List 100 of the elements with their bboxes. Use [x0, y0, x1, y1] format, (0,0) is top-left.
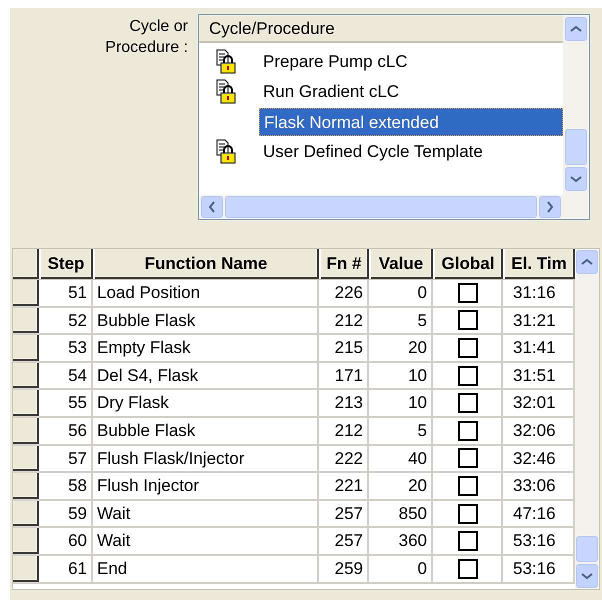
table-cell-text: 222 — [334, 448, 364, 470]
row-selector[interactable] — [13, 308, 39, 334]
list-item[interactable]: User Defined Cycle Template — [259, 138, 563, 166]
cycle-list[interactable]: Cycle/Procedure Prepare Pump cLC Run Gradient cLC Flask Normal extended User Defined Cycle Template — [198, 14, 590, 220]
vertical-scrollbar[interactable] — [563, 15, 589, 219]
table-cell-text: 221 — [334, 475, 364, 498]
table-cell-text: 10 — [407, 392, 428, 414]
table-cell-text: 32:46 — [512, 448, 557, 470]
table-cell-text: Load Position — [96, 282, 202, 304]
checkbox[interactable] — [458, 476, 478, 496]
table-cell-text: Wait — [96, 530, 132, 552]
table-cell-text: Flush Injector — [96, 475, 200, 498]
table-cell-text: 850 — [398, 502, 428, 525]
table-cell-text: Bubble Flask — [96, 420, 196, 442]
table-cell-text: 5 — [416, 310, 428, 332]
column-header[interactable]: Function Name — [95, 249, 319, 279]
row-selector[interactable] — [13, 418, 39, 444]
table-cell-text: End — [96, 558, 128, 580]
row-selector[interactable] — [13, 362, 39, 388]
row-selector[interactable] — [13, 556, 39, 582]
column-header[interactable]: Value — [371, 249, 433, 279]
list-item[interactable]: Prepare Pump cLC — [259, 48, 563, 76]
checkbox[interactable] — [458, 531, 478, 552]
row-selector[interactable] — [13, 335, 39, 361]
table-cell-text: 226 — [334, 282, 364, 304]
row-selector[interactable] — [13, 528, 39, 554]
row-selector[interactable] — [13, 280, 39, 306]
table-cell-text: 360 — [398, 530, 428, 552]
column-header[interactable]: Fn # — [321, 249, 369, 279]
table-cell-text: Bubble Flask — [96, 310, 196, 332]
scroll-up-button[interactable] — [565, 17, 587, 41]
table-cell-text: 20 — [407, 475, 428, 498]
list-item[interactable]: Run Gradient cLC — [259, 78, 563, 106]
vertical-scrollbar[interactable] — [575, 249, 599, 589]
scroll-thumb[interactable] — [576, 536, 598, 562]
scroll-left-button[interactable] — [201, 196, 223, 218]
row-selector[interactable] — [13, 500, 39, 526]
header-corner — [13, 249, 39, 279]
table-cell-text: 53 — [67, 337, 88, 360]
table-cell-text: 54 — [67, 364, 88, 387]
table-cell-text: 10 — [407, 364, 428, 387]
table-cell-text: 31:21 — [512, 310, 557, 332]
table-cell-text: Wait — [96, 502, 132, 525]
table-cell-text: 215 — [334, 337, 364, 360]
scroll-up-button[interactable] — [576, 250, 598, 274]
checkbox[interactable] — [458, 420, 478, 441]
column-header[interactable]: El. Tim — [505, 249, 575, 279]
table-cell-text: 257 — [334, 502, 364, 525]
field-label: Cycle or Procedure : — [104, 17, 189, 58]
table-cell-text: 171 — [334, 364, 364, 387]
checkbox[interactable] — [458, 504, 478, 524]
table-cell-text: 55 — [67, 392, 88, 414]
table-cell-text: 212 — [334, 310, 364, 332]
table-cell-text: 32:06 — [512, 420, 557, 442]
table-cell-text: 31:51 — [512, 364, 557, 387]
list-item[interactable]: Flask Normal extended — [259, 108, 563, 136]
scroll-right-button[interactable] — [539, 196, 561, 218]
column-header[interactable]: Cycle/Procedure — [199, 15, 563, 43]
checkbox[interactable] — [458, 448, 478, 468]
scroll-thumb[interactable] — [565, 129, 587, 165]
checkbox[interactable] — [458, 338, 478, 358]
table-cell-text: 59 — [67, 502, 88, 525]
scroll-thumb[interactable] — [225, 196, 537, 218]
table-cell-text: 61 — [67, 558, 88, 580]
table-cell-text: 31:41 — [512, 337, 557, 360]
table-cell-text: Empty Flask — [96, 337, 192, 360]
table-cell-text: Dry Flask — [96, 392, 170, 414]
checkbox[interactable] — [458, 558, 478, 579]
horizontal-scrollbar[interactable] — [199, 195, 563, 219]
table-cell-text: 5 — [416, 420, 428, 442]
table-cell-text: 47:16 — [512, 502, 557, 525]
table-cell-text: 60 — [67, 530, 88, 552]
table-cell-text: 259 — [334, 558, 364, 580]
row-selector[interactable] — [13, 473, 39, 499]
table-cell-text: 212 — [334, 420, 364, 442]
checkbox[interactable] — [458, 310, 478, 330]
table-cell-text: 57 — [67, 448, 88, 470]
table-cell-text: 32:01 — [512, 392, 557, 414]
scroll-down-button[interactable] — [576, 564, 598, 588]
checkbox[interactable] — [458, 282, 478, 303]
table-cell-text: 31:16 — [512, 282, 557, 304]
table-cell-text: 53:16 — [512, 558, 557, 580]
checkbox[interactable] — [458, 393, 478, 414]
table-cell-text: 0 — [416, 282, 428, 304]
column-header[interactable]: Step — [41, 249, 93, 279]
table-cell-text: 0 — [416, 558, 428, 580]
table-cell-text: 51 — [67, 282, 88, 304]
scroll-down-button[interactable] — [565, 167, 587, 191]
table-cell-text: 52 — [67, 310, 88, 332]
table-cell-text: 53:16 — [512, 530, 557, 552]
checkbox[interactable] — [458, 366, 478, 386]
table-cell-text: 213 — [334, 392, 364, 414]
table-cell-text: 20 — [407, 337, 428, 360]
row-selector[interactable] — [13, 446, 39, 472]
table-cell-text: Flush Flask/Injector — [96, 448, 246, 470]
row-selector[interactable] — [13, 390, 39, 416]
table-cell-text: 40 — [407, 448, 428, 470]
table-cell-text: 33:06 — [512, 475, 557, 498]
column-header[interactable]: Global — [435, 249, 503, 279]
table-cell-text: Del S4, Flask — [96, 364, 200, 387]
